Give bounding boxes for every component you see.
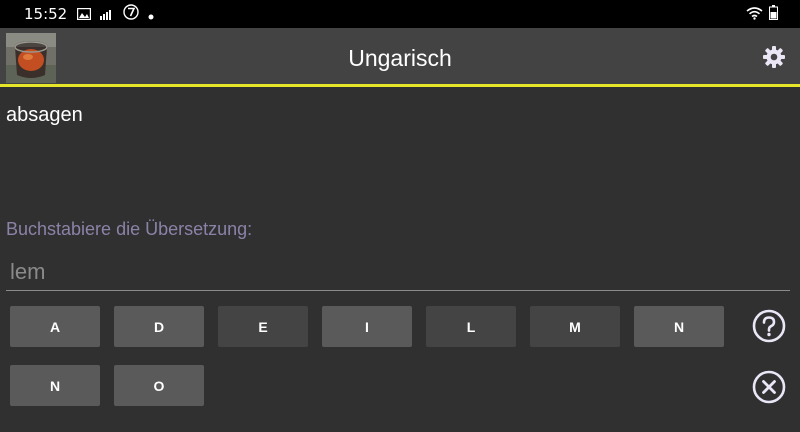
answer-value: lem <box>10 259 46 284</box>
letter-button-a[interactable]: A <box>10 306 100 347</box>
signal-bars-icon <box>100 5 114 24</box>
app-bar-accent-line <box>0 84 800 87</box>
battery-icon <box>769 5 778 24</box>
image-icon <box>77 5 92 24</box>
close-circle-icon <box>752 370 786 408</box>
letter-button-l[interactable]: L <box>426 306 516 347</box>
prompt-word: absagen <box>6 104 83 126</box>
gear-icon <box>762 46 786 73</box>
letter-button-o[interactable]: O <box>114 365 204 406</box>
dot-icon <box>148 5 154 24</box>
letter-button-i[interactable]: I <box>322 306 412 347</box>
settings-button[interactable] <box>762 45 786 69</box>
badge-7-icon <box>123 4 139 24</box>
status-bar: 15:52 <box>0 0 800 28</box>
app-title: Ungarisch <box>348 45 452 71</box>
letter-button-d[interactable]: D <box>114 306 204 347</box>
letter-button-n-2[interactable]: N <box>10 365 100 406</box>
clear-button[interactable] <box>752 370 786 404</box>
instruction-label: Buchstabiere die Übersetzung: <box>6 219 253 239</box>
question-circle-icon <box>752 309 786 347</box>
hint-button[interactable] <box>752 309 786 343</box>
wifi-icon <box>746 5 763 24</box>
answer-field[interactable]: lem <box>6 254 790 291</box>
letter-button-e[interactable]: E <box>218 306 308 347</box>
status-time: 15:52 <box>24 5 68 23</box>
letter-button-n[interactable]: N <box>634 306 724 347</box>
letter-button-m[interactable]: M <box>530 306 620 347</box>
